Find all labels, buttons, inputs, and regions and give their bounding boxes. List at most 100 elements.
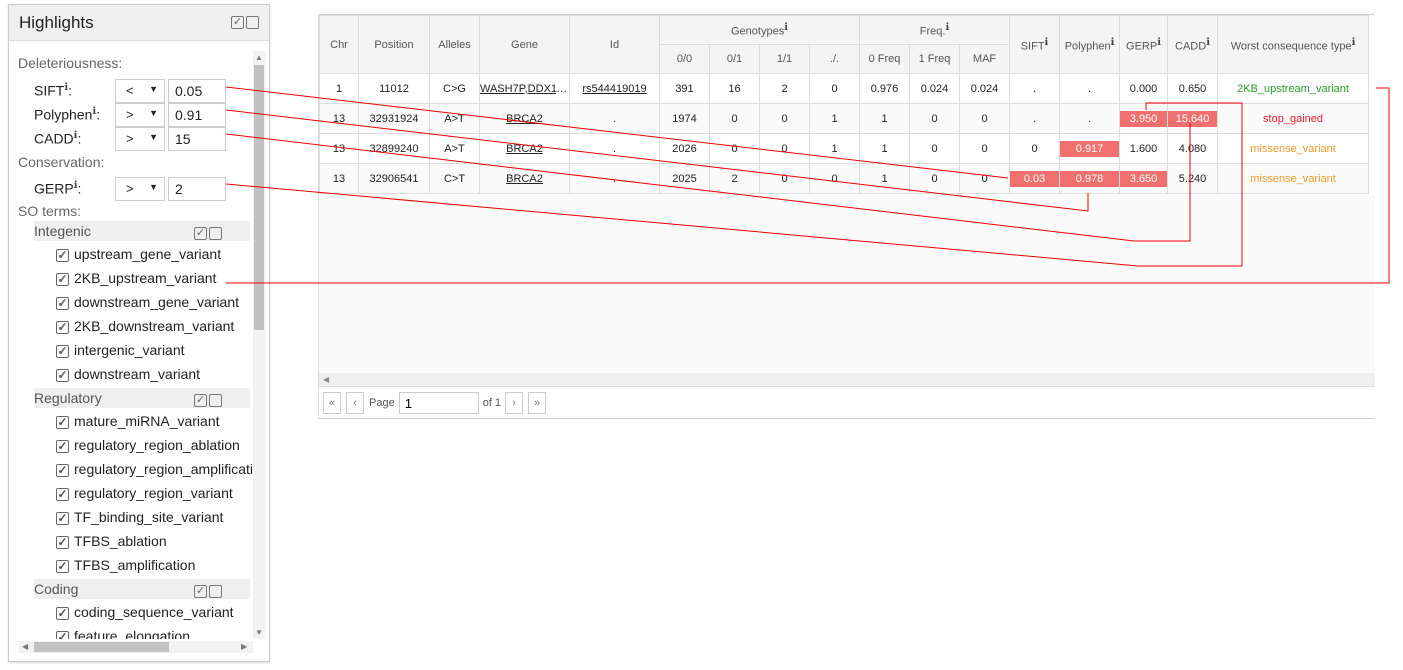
subheader[interactable]: ./. <box>808 44 861 74</box>
so-term-item[interactable]: ✓ coding_sequence_variant <box>56 604 234 620</box>
next-page-button[interactable]: › <box>505 392 524 414</box>
info-icon[interactable]: ℹ <box>92 106 96 117</box>
last-page-button[interactable]: » <box>528 392 547 414</box>
group-select-all-checkbox[interactable]: ✓ <box>194 226 207 240</box>
horizontal-scrollbar[interactable]: ◀ ▶ <box>19 641 253 653</box>
group-select-all-checkbox[interactable]: ✓ <box>194 393 207 407</box>
sift-operator-select[interactable]: < ▼ <box>115 79 165 103</box>
link[interactable]: BRCA2 <box>506 173 543 185</box>
checkbox-checked-icon[interactable]: ✓ <box>56 296 69 310</box>
so-term-item[interactable]: ✓ downstream_variant <box>56 366 200 382</box>
subheader[interactable]: 1 Freq <box>909 44 961 74</box>
info-icon[interactable]: ℹ <box>1157 37 1161 48</box>
cell-id[interactable]: rs544419019 <box>569 73 660 104</box>
first-page-button[interactable]: « <box>323 392 341 414</box>
header-cadd[interactable]: CADDℹ <box>1167 15 1219 74</box>
info-icon[interactable]: ℹ <box>74 180 78 191</box>
link[interactable]: BRCA2 <box>506 113 543 125</box>
cadd-threshold-input[interactable]: 15 <box>168 127 226 151</box>
table-row[interactable]: 13 32931924 A>T BRCA2. 1974 0 0 1 1 0 0.. 3.950 15.6… <box>319 103 1370 134</box>
info-icon[interactable]: ℹ <box>1111 37 1115 48</box>
group-select-none-checkbox[interactable] <box>209 226 222 240</box>
checkbox-checked-icon[interactable]: ✓ <box>56 606 69 620</box>
checkbox-checked-icon[interactable]: ✓ <box>56 535 69 549</box>
subheader[interactable]: MAF <box>959 44 1011 74</box>
checkbox-checked-icon[interactable]: ✓ <box>56 487 69 501</box>
table-row[interactable]: 1 11012 C>G WASH7P,DDX11L1 rs544419019 391 16 2… <box>319 73 1370 104</box>
so-term-item[interactable]: ✓ regulatory_region_variant <box>56 485 233 501</box>
subheader[interactable]: 0 Freq <box>859 44 911 74</box>
cell-gene[interactable]: BRCA2 <box>479 133 570 164</box>
header-sift[interactable]: SIFTℹ <box>1009 15 1061 74</box>
so-term-item[interactable]: ✓ feature_elongation <box>56 628 190 639</box>
page-input[interactable] <box>398 392 479 414</box>
checkbox-checked-icon[interactable]: ✓ <box>56 344 69 358</box>
table-row[interactable]: 13 32906541 C>T BRCA2. 2025 2 0 0 1 0 0 0.03 0.978 3.… <box>319 163 1370 194</box>
group-select-all-checkbox[interactable]: ✓ <box>194 584 207 598</box>
checkbox-checked-icon[interactable]: ✓ <box>56 439 69 453</box>
polyphen-operator-select[interactable]: > ▼ <box>115 103 165 127</box>
header-position[interactable]: Position <box>358 15 430 74</box>
link[interactable]: BRCA2 <box>506 143 543 155</box>
header-alleles[interactable]: Alleles <box>429 15 480 74</box>
header-id[interactable]: Id <box>569 15 660 74</box>
so-term-item[interactable]: ✓ TF_binding_site_variant <box>56 509 223 525</box>
vertical-scrollbar[interactable]: ▲ ▼ <box>253 51 265 639</box>
info-icon[interactable]: ℹ <box>1045 37 1049 48</box>
group-select-none-checkbox[interactable] <box>209 584 222 598</box>
info-icon[interactable]: ℹ <box>784 22 788 33</box>
cell-gene[interactable]: BRCA2 <box>479 103 570 134</box>
checkbox-checked-icon[interactable]: ✓ <box>56 248 69 262</box>
header-chr[interactable]: Chr <box>319 15 359 74</box>
checkbox-checked-icon[interactable]: ✓ <box>56 368 69 382</box>
subheader[interactable]: 0/1 <box>709 44 760 74</box>
link[interactable]: WASH7P,DDX11L1 <box>481 83 569 95</box>
checkbox-checked-icon[interactable]: ✓ <box>56 559 69 573</box>
so-term-item[interactable]: ✓ regulatory_region_amplification <box>56 461 253 477</box>
info-icon[interactable]: ℹ <box>945 22 949 33</box>
info-icon[interactable]: ℹ <box>64 82 68 93</box>
header-gene[interactable]: Gene <box>479 15 570 74</box>
header-genotypes[interactable]: Genotypesℹ <box>658 15 861 45</box>
header-freq[interactable]: Freq.ℹ <box>859 15 1011 45</box>
table-horizontal-scrollbar[interactable]: ◀ <box>319 373 1375 387</box>
gerp-operator-select[interactable]: > ▼ <box>115 177 165 201</box>
value: . <box>612 112 617 125</box>
checkbox-checked-icon[interactable]: ✓ <box>56 272 69 286</box>
checkbox-checked-icon[interactable]: ✓ <box>56 511 69 525</box>
checkbox-checked-icon[interactable]: ✓ <box>56 320 69 334</box>
so-term-item[interactable]: ✓ downstream_gene_variant <box>56 294 239 310</box>
polyphen-threshold-input[interactable]: 0.91 <box>168 103 226 127</box>
table-row[interactable]: 13 32899240 A>T BRCA2. 2026 0 0 1 1 0 0 0 0.917 1.600… <box>319 133 1370 164</box>
header-gerp[interactable]: GERPℹ <box>1119 15 1169 74</box>
so-term-item[interactable]: ✓ 2KB_upstream_variant <box>56 270 216 286</box>
so-term-item[interactable]: ✓ 2KB_downstream_variant <box>56 318 234 334</box>
checkbox-checked-icon[interactable]: ✓ <box>56 415 69 429</box>
info-icon[interactable]: ℹ <box>1352 37 1356 48</box>
cell-gene[interactable]: BRCA2 <box>479 163 570 194</box>
checkbox-checked-icon[interactable]: ✓ <box>56 630 69 639</box>
info-icon[interactable]: ℹ <box>74 130 78 141</box>
link[interactable]: rs544419019 <box>582 83 646 95</box>
cadd-operator-select[interactable]: > ▼ <box>115 127 165 151</box>
select-all-checkbox[interactable]: ✓ <box>231 16 244 29</box>
group-select-none-checkbox[interactable] <box>209 393 222 407</box>
so-term-item[interactable]: ✓ TFBS_amplification <box>56 557 195 573</box>
subheader[interactable]: 0/0 <box>659 44 710 74</box>
header-worst-consequence[interactable]: Worst consequence typeℹ <box>1217 15 1370 74</box>
info-icon[interactable]: ℹ <box>1206 37 1210 48</box>
so-term-item[interactable]: ✓ mature_miRNA_variant <box>56 413 220 429</box>
cell-gene[interactable]: WASH7P,DDX11L1 <box>479 73 570 104</box>
header-polyphen[interactable]: Polyphenℹ <box>1059 15 1121 74</box>
so-term-item[interactable]: ✓ upstream_gene_variant <box>56 246 221 262</box>
prev-page-button[interactable]: ‹ <box>346 392 364 414</box>
so-term-item[interactable]: ✓ TFBS_ablation <box>56 533 167 549</box>
select-none-checkbox[interactable] <box>246 16 259 29</box>
checkbox-checked-icon[interactable]: ✓ <box>56 463 69 477</box>
subheader[interactable]: 1/1 <box>759 44 810 74</box>
sift-threshold-input[interactable]: 0.05 <box>168 79 226 103</box>
value: 2KB_upstream_variant <box>1237 82 1349 95</box>
so-term-item[interactable]: ✓ regulatory_region_ablation <box>56 437 240 453</box>
so-term-item[interactable]: ✓ intergenic_variant <box>56 342 185 358</box>
gerp-threshold-input[interactable]: 2 <box>168 177 226 201</box>
